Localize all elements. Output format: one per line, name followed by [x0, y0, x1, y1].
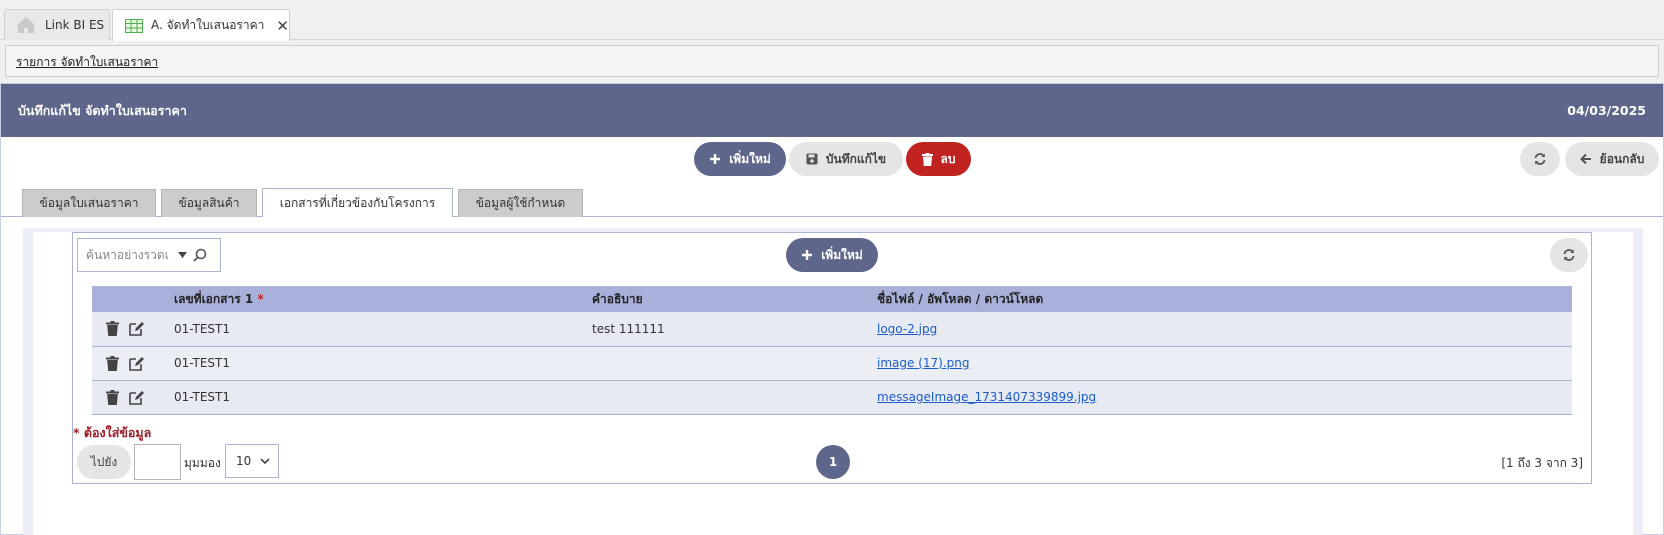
tab-label: ข้อมูลผู้ใช้กำหนด: [475, 196, 566, 210]
plus-icon: [801, 249, 813, 261]
pager-info: [1 ถึง 3 จาก 3]: [1501, 456, 1583, 470]
description-cell: [592, 346, 877, 381]
panel-header: บันทึกแก้ไข จัดทำใบเสนอราคา 04/03/2025: [1, 84, 1663, 137]
window-tab-label: Link BI ES: [45, 18, 105, 32]
breadcrumb-bar: รายการ จัดทำใบเสนอราคา: [5, 45, 1659, 77]
column-header-description[interactable]: คำอธิบาย: [592, 286, 877, 312]
page-title: บันทึกแก้ไข จัดทำใบเสนอราคา: [18, 102, 187, 118]
page-size-value: 10: [236, 454, 252, 468]
view-label: มุมมอง: [184, 456, 221, 470]
documents-grid: เพิ่มใหม่ เลขที่เอกสาร 1 * คำอธิบาย ชื่อ…: [72, 232, 1592, 484]
save-label: บันทึกแก้ไข: [825, 151, 887, 166]
doc-no-cell: 01-TEST1: [174, 380, 592, 415]
grid-refresh-button[interactable]: [1550, 238, 1588, 272]
tab-quotation-info[interactable]: ข้อมูลใบเสนอราคา: [22, 189, 156, 217]
trash-icon[interactable]: [106, 355, 119, 371]
goto-page-input[interactable]: [134, 444, 181, 480]
save-button[interactable]: บันทึกแก้ไข: [789, 142, 903, 176]
table-header-row: เลขที่เอกสาร 1 * คำอธิบาย ชื่อไฟล์ / อัพ…: [92, 286, 1572, 312]
page-date: 04/03/2025: [1567, 103, 1646, 118]
table-grid-icon: [125, 18, 143, 33]
edit-icon[interactable]: [129, 356, 145, 371]
search-input[interactable]: [86, 248, 172, 262]
floppy-disk-icon: [806, 153, 818, 165]
back-button[interactable]: ย้อนกลับ: [1565, 142, 1659, 176]
tab-user-defined[interactable]: ข้อมูลผู้ใช้กำหนด: [458, 189, 583, 217]
file-link[interactable]: logo-2.jpg: [877, 322, 937, 336]
trash-icon[interactable]: [106, 321, 119, 337]
trash-icon: [921, 152, 933, 166]
grid-add-new-button[interactable]: เพิ่มใหม่: [786, 238, 878, 272]
delete-button[interactable]: ลบ: [906, 142, 971, 176]
add-new-label: เพิ่มใหม่: [729, 151, 771, 166]
page-size-select[interactable]: 10: [225, 444, 279, 478]
chevron-down-icon: [260, 458, 270, 464]
file-cell: messageImage_1731407339899.jpg: [877, 380, 1572, 415]
table-row: 01-TEST1 messageImage_1731407339899.jpg: [92, 380, 1572, 415]
home-icon: [15, 16, 37, 34]
breadcrumb[interactable]: รายการ จัดทำใบเสนอราคา: [16, 53, 158, 72]
doc-no-cell: 01-TEST1: [174, 312, 592, 347]
plus-icon: [709, 153, 721, 165]
back-label: ย้อนกลับ: [1599, 151, 1645, 166]
refresh-button[interactable]: [1520, 142, 1560, 176]
refresh-icon: [1533, 152, 1547, 166]
window-tab-quotation[interactable]: A. จัดทำใบเสนอราคา ✕: [112, 9, 290, 41]
trash-icon[interactable]: [106, 389, 119, 405]
arrow-left-icon: [1579, 153, 1592, 165]
add-new-button[interactable]: เพิ่มใหม่: [694, 142, 786, 176]
actions-header: [92, 286, 174, 312]
file-cell: logo-2.jpg: [877, 312, 1572, 347]
table-row: 01-TEST1 test 111111 logo-2.jpg: [92, 312, 1572, 347]
refresh-icon: [1562, 248, 1576, 262]
window-tab-strip: Link BI ES A. จัดทำใบเสนอราคา ✕: [0, 0, 1664, 41]
delete-label: ลบ: [940, 151, 956, 166]
goto-page-button[interactable]: ไปยัง: [77, 445, 131, 479]
file-link[interactable]: messageImage_1731407339899.jpg: [877, 390, 1096, 404]
doc-no-cell: 01-TEST1: [174, 346, 592, 381]
tab-product-info[interactable]: ข้อมูลสินค้า: [161, 189, 257, 217]
tab-label: เอกสารที่เกี่ยวข้องกับโครงการ: [279, 195, 436, 210]
column-header-file[interactable]: ชื่อไฟล์ / อัพโหลด / ดาวน์โหลด: [877, 286, 1572, 312]
required-note: * ต้องใส่ข้อมูล: [73, 425, 152, 440]
tab-label: ข้อมูลใบเสนอราคา: [39, 196, 139, 210]
caret-down-icon[interactable]: [178, 252, 187, 258]
header-label: เลขที่เอกสาร 1: [174, 291, 254, 306]
tab-label: ข้อมูลสินค้า: [178, 196, 240, 210]
page-number-button[interactable]: 1: [816, 445, 850, 479]
description-cell: [592, 380, 877, 415]
window-tab-home[interactable]: Link BI ES: [4, 9, 110, 40]
grid-add-new-label: เพิ่มใหม่: [821, 247, 863, 262]
description-cell: test 111111: [592, 312, 877, 347]
tab-project-documents[interactable]: เอกสารที่เกี่ยวข้องกับโครงการ: [262, 188, 453, 217]
quick-search: [77, 238, 221, 272]
edit-icon[interactable]: [129, 321, 145, 337]
documents-table: เลขที่เอกสาร 1 * คำอธิบาย ชื่อไฟล์ / อัพ…: [92, 286, 1572, 415]
column-header-doc-no[interactable]: เลขที่เอกสาร 1 *: [174, 286, 592, 312]
search-icon[interactable]: [193, 248, 207, 262]
window-tab-label: A. จัดทำใบเสนอราคา: [151, 18, 265, 32]
file-link[interactable]: image (17).png: [877, 356, 969, 370]
close-icon[interactable]: ✕: [276, 17, 289, 35]
edit-icon[interactable]: [129, 390, 145, 405]
required-marker: *: [257, 291, 264, 306]
file-cell: image (17).png: [877, 346, 1572, 381]
table-row: 01-TEST1 image (17).png: [92, 346, 1572, 381]
section-tabs: ข้อมูลใบเสนอราคา ข้อมูลสินค้า เอกสารที่เ…: [1, 186, 1663, 217]
